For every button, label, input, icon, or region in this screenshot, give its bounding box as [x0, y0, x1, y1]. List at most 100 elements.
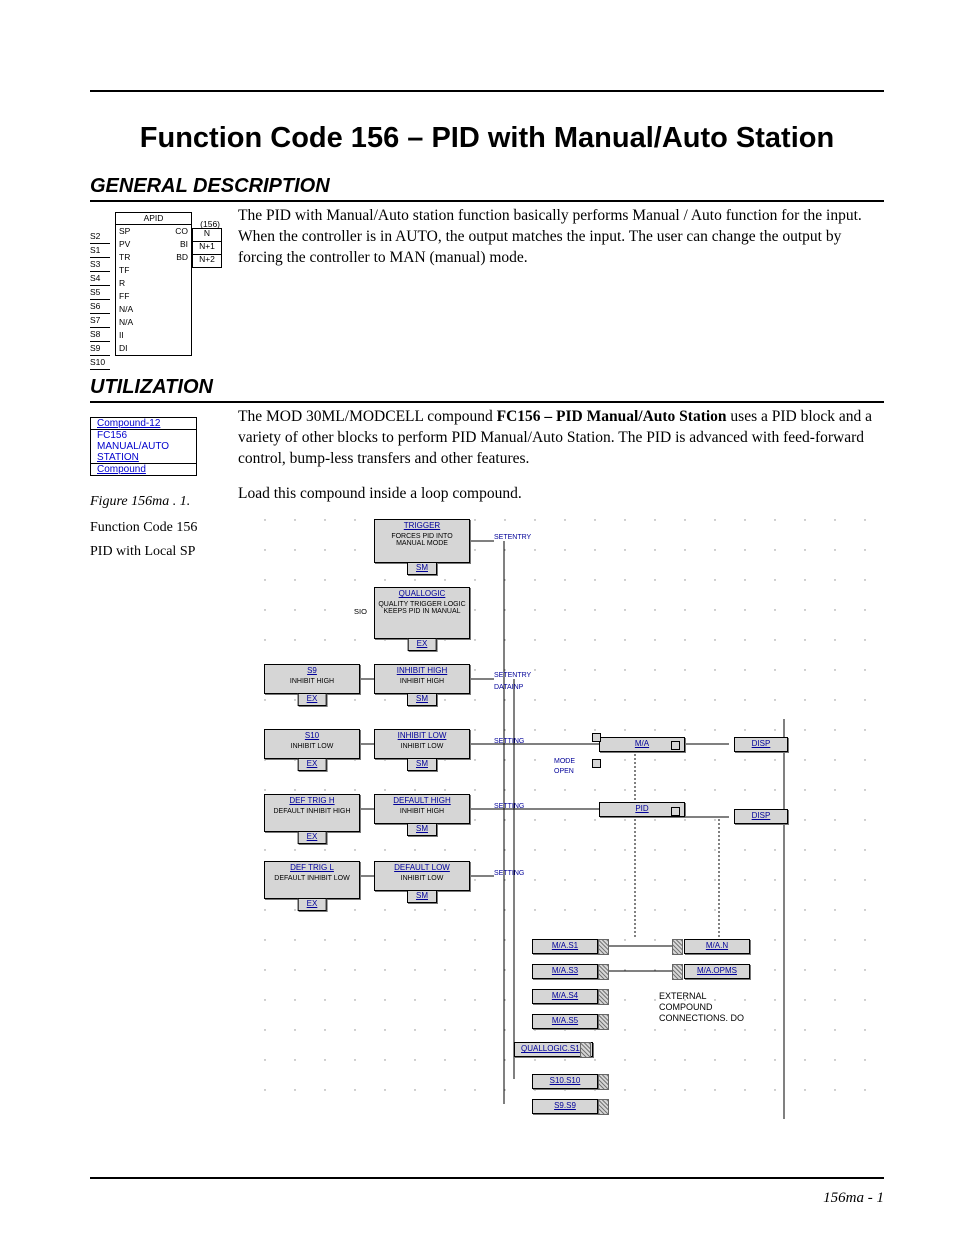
hatch-connector: [672, 939, 683, 955]
figure-caption-line: PID with Local SP: [90, 544, 220, 560]
apid-label: APID: [116, 213, 191, 225]
block-header: INHIBIT LOW: [375, 730, 469, 743]
diagram-io-node[interactable]: M/A.S3: [532, 964, 598, 979]
diagram-io-node[interactable]: S9.S9: [532, 1099, 598, 1114]
block-desc: DEFAULT INHIBIT HIGH: [265, 808, 359, 815]
text-line: EXTERNAL: [659, 991, 744, 1002]
apid-in-label: DI: [119, 344, 128, 353]
block-header: DEF TRIG L: [265, 862, 359, 875]
apid-output-pin: N+1: [192, 241, 222, 255]
bottom-rule: [90, 1177, 884, 1179]
label-datainp: DATAINP: [494, 683, 523, 692]
figure-caption-line: Function Code 156: [90, 520, 220, 536]
block-tab[interactable]: EX: [298, 831, 327, 844]
block-desc: INHIBIT LOW: [375, 743, 469, 750]
diagram-block: DEFAULT LOWINHIBIT LOWSM: [374, 861, 470, 891]
block-desc: DEFAULT INHIBIT LOW: [265, 875, 359, 882]
block-header: DEF TRIG H: [265, 795, 359, 808]
diagram-io-node[interactable]: M/A.N: [684, 939, 750, 954]
diagram-block: TRIGGERFORCES PID INTO MANUAL MODESM: [374, 519, 470, 563]
hatch-connector: [580, 1042, 591, 1058]
external-compound-label: EXTERNAL COMPOUND CONNECTIONS. DO: [659, 991, 744, 1023]
diagram-node[interactable]: DISP: [734, 737, 788, 752]
block-header: DEFAULT HIGH: [375, 795, 469, 808]
diagram-node[interactable]: DISP: [734, 809, 788, 824]
apid-input-pin: S4: [90, 274, 110, 286]
general-description-text: The PID with Manual/Auto station functio…: [238, 206, 884, 269]
diagram-io-node[interactable]: M/A.S1: [532, 939, 598, 954]
diagram-block: DEF TRIG HDEFAULT INHIBIT HIGHEX: [264, 794, 360, 832]
apid-out-label: BI: [180, 240, 188, 249]
compound-nav-bottom[interactable]: Compound: [91, 463, 196, 475]
hatch-connector: [598, 989, 609, 1005]
block-desc: INHIBIT LOW: [375, 875, 469, 882]
apid-output-pin: N: [192, 228, 222, 242]
diagram-io-node[interactable]: S10.S10: [532, 1074, 598, 1089]
page-title: Function Code 156 – PID with Manual/Auto…: [90, 122, 884, 155]
block-header: S10: [265, 730, 359, 743]
block-tab[interactable]: SM: [407, 562, 437, 575]
label-setting: SETTING: [494, 869, 524, 878]
label-setentry: SETENTRY: [494, 533, 531, 542]
utilization-paragraph-1: The MOD 30ML/MODCELL compound FC156 – PI…: [238, 407, 884, 470]
port-marker: [671, 741, 680, 750]
diagram-io-node[interactable]: M/A.OPMS: [684, 964, 750, 979]
apid-input-pin: S10: [90, 358, 110, 370]
block-desc: INHIBIT HIGH: [375, 808, 469, 815]
block-tab[interactable]: EX: [408, 638, 437, 651]
block-tab[interactable]: SM: [407, 758, 437, 771]
compound-nav-box: Compound-12 FC156 MANUAL/AUTO STATION Co…: [90, 417, 197, 476]
apid-input-pin: S5: [90, 288, 110, 300]
block-tab[interactable]: SM: [407, 890, 437, 903]
section-general-heading: General Description: [90, 175, 884, 202]
diagram-block: S10INHIBIT LOWEX: [264, 729, 360, 759]
apid-input-pin: S8: [90, 330, 110, 342]
compound-nav-line: MANUAL/AUTO: [91, 441, 196, 452]
label-setting: SETTING: [494, 737, 524, 746]
diagram-io-node[interactable]: M/A.S4: [532, 989, 598, 1004]
figure-number: Figure 156ma . 1.: [90, 494, 220, 510]
block-desc: FORCES PID INTO MANUAL MODE: [375, 533, 469, 548]
block-tab[interactable]: SM: [407, 823, 437, 836]
block-tab[interactable]: EX: [298, 758, 327, 771]
hatch-connector: [598, 1014, 609, 1030]
block-tab[interactable]: SM: [407, 693, 437, 706]
section-utilization-heading: Utilization: [90, 376, 884, 403]
apid-input-pin: S6: [90, 302, 110, 314]
compound-nav-line: STATION: [91, 452, 196, 463]
diagram-io-node[interactable]: M/A.S5: [532, 1014, 598, 1029]
block-header: INHIBIT HIGH: [375, 665, 469, 678]
label-open: OPEN: [554, 767, 574, 776]
compound-nav-line: FC156: [91, 429, 196, 441]
hatch-connector: [598, 939, 609, 955]
apid-in-label: R: [119, 279, 125, 288]
apid-in-label: SP: [119, 227, 130, 236]
block-header: DEFAULT LOW: [375, 862, 469, 875]
diagram-block: DEF TRIG LDEFAULT INHIBIT LOWEX: [264, 861, 360, 899]
text-line: CONNECTIONS. DO: [659, 1013, 744, 1024]
block-desc: QUALITY TRIGGER LOGIC KEEPS PID IN MANUA…: [375, 601, 469, 616]
page-footer: 156ma - 1: [823, 1190, 884, 1207]
block-desc: INHIBIT HIGH: [375, 678, 469, 685]
port-marker: [592, 759, 601, 768]
block-tab[interactable]: EX: [298, 693, 327, 706]
apid-block-symbol: S2 S1 S3 S4 S5 S6 S7 S8 S9 S10 (156) N N…: [90, 212, 220, 356]
block-tab[interactable]: EX: [298, 898, 327, 911]
block-header: TRIGGER: [375, 520, 469, 533]
apid-in-label: TF: [119, 266, 129, 275]
diagram-block: INHIBIT LOWINHIBIT LOWSM: [374, 729, 470, 759]
diagram-block: S9INHIBIT HIGHEX: [264, 664, 360, 694]
text-line: COMPOUND: [659, 1002, 744, 1013]
block-header: S9: [265, 665, 359, 678]
top-rule: [90, 90, 884, 92]
label-setentry: SETENTRY: [494, 671, 531, 680]
diagram-block: QUALLOGICQUALITY TRIGGER LOGIC KEEPS PID…: [374, 587, 470, 639]
apid-input-pin: S1: [90, 246, 110, 258]
hatch-connector: [598, 964, 609, 980]
apid-input-pin: S3: [90, 260, 110, 272]
utilization-paragraph-2: Load this compound inside a loop compoun…: [238, 484, 884, 505]
apid-in-label: N/A: [119, 318, 133, 327]
compound-nav-top[interactable]: Compound-12: [91, 418, 196, 429]
label-mode: MODE: [554, 757, 575, 766]
apid-in-label: N/A: [119, 305, 133, 314]
